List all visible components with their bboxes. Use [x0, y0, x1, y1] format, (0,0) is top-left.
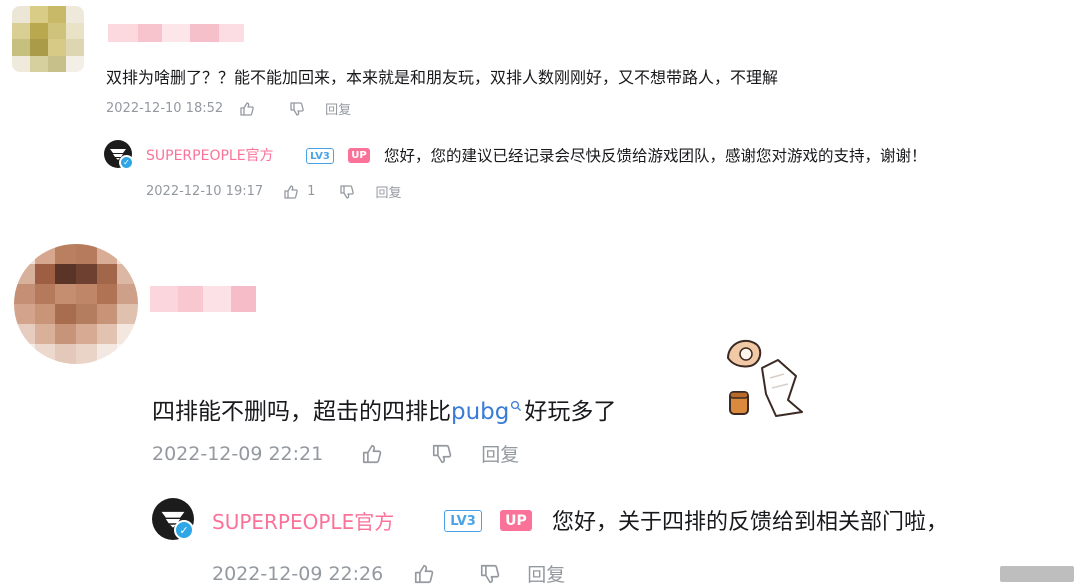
comment-time: 2022-12-09 22:21 [152, 442, 324, 465]
like-icon[interactable] [361, 443, 383, 465]
reply-meta: 2022-12-09 22:26 回复 [212, 560, 565, 587]
level-badge: LV3 [306, 148, 334, 164]
reply-text: 您好，您的建议已经记录会尽快反馈给游戏团队，感谢您对游戏的支持，谢谢！ [384, 147, 927, 165]
reply-button[interactable]: 回复 [527, 560, 565, 587]
username[interactable] [108, 24, 244, 42]
like-icon[interactable] [283, 184, 299, 200]
comment-time: 2022-12-10 18:52 [106, 101, 224, 116]
verified-icon: ✓ [174, 520, 194, 540]
reply-button[interactable]: 回复 [375, 182, 401, 201]
verified-icon: ✓ [119, 155, 134, 170]
comment-text: 四排能不删吗，超击的四排比pubg 好玩多了 [152, 392, 616, 426]
comment-meta: 2022-12-09 22:21 回复 [152, 440, 519, 467]
reply-button[interactable]: 回复 [325, 99, 351, 118]
reply-text: 您好，关于四排的反馈给到相关部门啦， [552, 510, 949, 535]
comment-meta: 2022-12-10 18:52 回复 [106, 99, 351, 118]
comment-text: 双排为啥删了？？能不能加回来，本来就是和朋友玩，双排人数刚刚好，又不想带路人，不… [106, 68, 779, 87]
reply-meta: 2022-12-10 19:17 1 回复 [146, 182, 401, 201]
reply-username[interactable]: SUPERPEOPLE官方 [212, 506, 394, 535]
dislike-icon[interactable] [479, 563, 501, 585]
reply-username[interactable]: SUPERPEOPLE官方 [146, 145, 274, 165]
dislike-icon[interactable] [289, 101, 305, 117]
sticker-icon [726, 330, 816, 420]
level-badge: LV3 [444, 510, 482, 532]
dislike-icon[interactable] [431, 443, 453, 465]
watermark [1000, 566, 1074, 582]
search-link[interactable]: pubg [451, 399, 509, 425]
avatar[interactable] [14, 244, 138, 364]
search-icon[interactable] [510, 392, 522, 418]
reply-button[interactable]: 回复 [481, 440, 519, 467]
reply-time: 2022-12-09 22:26 [212, 562, 384, 585]
reply-time: 2022-12-10 19:17 [146, 184, 264, 199]
like-icon[interactable] [413, 563, 435, 585]
like-count: 1 [307, 184, 316, 199]
like-icon[interactable] [239, 101, 255, 117]
up-badge: UP [500, 510, 532, 531]
up-badge: UP [348, 148, 370, 163]
dislike-icon[interactable] [339, 184, 355, 200]
avatar[interactable] [12, 6, 84, 72]
username[interactable] [150, 286, 256, 312]
